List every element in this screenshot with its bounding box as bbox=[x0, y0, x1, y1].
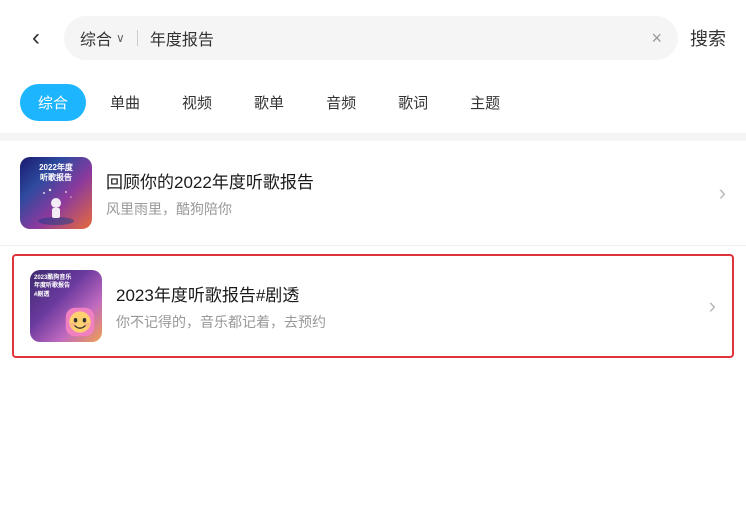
thumb-2023-face-icon bbox=[64, 306, 96, 338]
tab-theme[interactable]: 主题 bbox=[452, 84, 518, 121]
result-thumb-2023: 2023酷狗音乐 年度听歌报告 #剧透 bbox=[30, 270, 102, 342]
tab-video[interactable]: 视频 bbox=[164, 84, 230, 121]
chevron-right-icon-2 bbox=[709, 297, 716, 317]
result-item-2023[interactable]: 2023酷狗音乐 年度听歌报告 #剧透 bbox=[12, 254, 734, 358]
tab-all[interactable]: 综合 bbox=[20, 84, 86, 121]
thumb-2022-label: 2022年度听歌报告 bbox=[24, 163, 88, 184]
result-arrow-2023 bbox=[709, 293, 716, 319]
thumb-2023-label: 2023酷狗音乐 年度听歌报告 #剧透 bbox=[34, 274, 71, 299]
result-info-2022: 回顾你的2022年度听歌报告 风里雨里，酷狗陪你 bbox=[106, 168, 705, 219]
search-query-text: 年度报告 bbox=[150, 26, 644, 50]
search-clear-button[interactable]: × bbox=[651, 28, 662, 49]
search-bar: 综合 ∨ 年度报告 × bbox=[64, 16, 678, 60]
result-title-2023: 2023年度听歌报告#剧透 bbox=[116, 281, 695, 306]
result-subtitle-2022: 风里雨里，酷狗陪你 bbox=[106, 199, 705, 219]
tab-audio[interactable]: 音频 bbox=[308, 84, 374, 121]
result-title-2022: 回顾你的2022年度听歌报告 bbox=[106, 168, 705, 193]
result-thumb-2022: 2022年度听歌报告 bbox=[20, 157, 92, 229]
result-list: 2022年度听歌报告 回顾你的2022年度听歌报告 风里雨里，酷狗陪 bbox=[0, 141, 746, 358]
result-arrow-2022 bbox=[719, 180, 726, 206]
chevron-right-icon bbox=[719, 184, 726, 204]
search-button[interactable]: 搜索 bbox=[690, 25, 726, 51]
search-category-filter[interactable]: 综合 ∨ bbox=[80, 26, 125, 50]
search-bar-divider bbox=[137, 30, 138, 46]
tab-playlist[interactable]: 歌单 bbox=[236, 84, 302, 121]
section-divider bbox=[0, 133, 746, 141]
tab-lyrics[interactable]: 歌词 bbox=[380, 84, 446, 121]
header: ‹ 综合 ∨ 年度报告 × 搜索 bbox=[0, 0, 746, 76]
result-subtitle-2023: 你不记得的，音乐都记着，去预约 bbox=[116, 312, 695, 332]
result-info-2023: 2023年度听歌报告#剧透 你不记得的，音乐都记着，去预约 bbox=[116, 281, 695, 332]
thumb-2022-illustration bbox=[36, 185, 76, 225]
back-button[interactable]: ‹ bbox=[20, 24, 52, 52]
category-chevron-icon: ∨ bbox=[116, 31, 125, 45]
result-item-2022[interactable]: 2022年度听歌报告 回顾你的2022年度听歌报告 风里雨里，酷狗陪 bbox=[0, 141, 746, 246]
tab-single[interactable]: 单曲 bbox=[92, 84, 158, 121]
filter-tabs: 综合 单曲 视频 歌单 音频 歌词 主题 bbox=[0, 76, 746, 133]
category-label: 综合 bbox=[80, 26, 112, 50]
